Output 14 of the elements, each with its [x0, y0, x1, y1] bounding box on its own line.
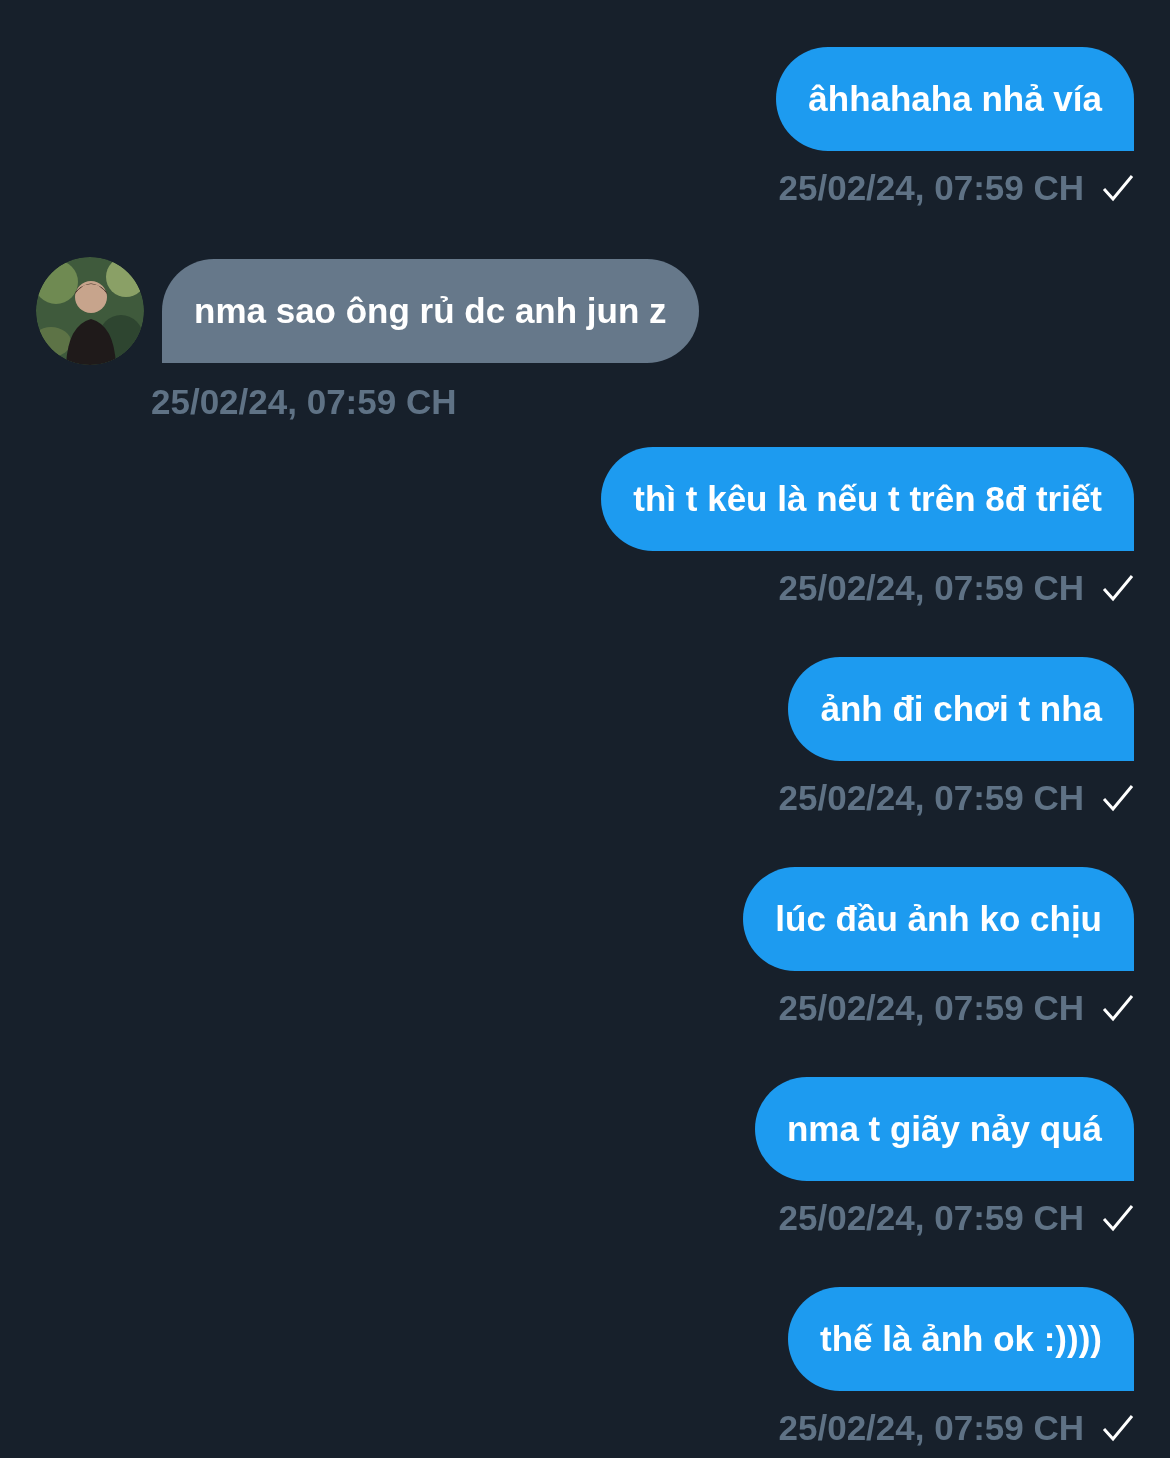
- timestamp: 25/02/24, 07:59 CH: [778, 778, 1084, 818]
- timestamp: 25/02/24, 07:59 CH: [778, 1198, 1084, 1238]
- message-bubble: thì t kêu là nếu t trên 8đ triết: [601, 447, 1134, 551]
- timestamp: 25/02/24, 07:59 CH: [151, 382, 457, 422]
- message-bubble: thế là ảnh ok :)))): [788, 1287, 1134, 1391]
- message-bubble: ảnh đi chơi t nha: [788, 657, 1134, 761]
- message-bubble: nma t giãy nảy quá: [754, 1077, 1134, 1181]
- timestamp: 25/02/24, 07:59 CH: [778, 1408, 1084, 1448]
- message-bubble: nma sao ông rủ dc anh jun z: [162, 259, 699, 363]
- message-bubble: lúc đầu ảnh ko chịu: [743, 867, 1134, 971]
- timestamp: 25/02/24, 07:59 CH: [778, 988, 1084, 1028]
- timestamp: 25/02/24, 07:59 CH: [778, 168, 1084, 208]
- timestamp: 25/02/24, 07:59 CH: [778, 568, 1084, 608]
- message-bubble: âhhahaha nhả vía: [776, 47, 1134, 151]
